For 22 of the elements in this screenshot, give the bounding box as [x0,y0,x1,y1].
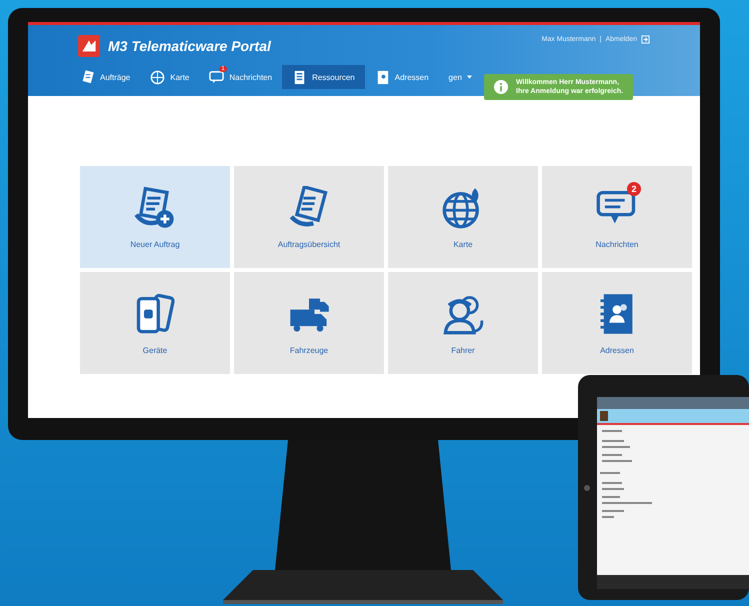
dashboard-tile[interactable]: Neuer Auftrag [80,166,230,268]
orders-icon [80,70,95,84]
dashboard-tile[interactable]: Adressen [542,272,692,374]
portal-title: M3 Telematicware Portal [108,38,271,54]
nav-tab[interactable]: Adressen [364,65,439,89]
dashboard-tile[interactable]: Auftragsübersicht [234,166,384,268]
dashboard-tile[interactable]: Fahrzeuge [234,272,384,374]
logo-icon [78,35,100,57]
caret-icon [466,75,472,79]
nav-tab[interactable]: Aufträge [70,65,140,89]
logout-icon[interactable] [641,35,650,44]
dashboard-tile[interactable]: Karte [388,166,538,268]
dashboard-tile[interactable]: Fahrer [388,272,538,374]
dashboard-tile[interactable]: Geräte [80,272,230,374]
globe-icon [150,70,166,84]
nav-tab[interactable]: gen [438,65,482,89]
nav-tab[interactable]: Karte [140,65,200,89]
nav-tab[interactable]: Ressourcen [282,65,365,89]
info-icon [494,80,508,94]
dashboard-tile[interactable]: 2 Nachrichten [542,166,692,268]
notification-badge: 2 [627,182,641,196]
chat-icon [209,70,224,84]
